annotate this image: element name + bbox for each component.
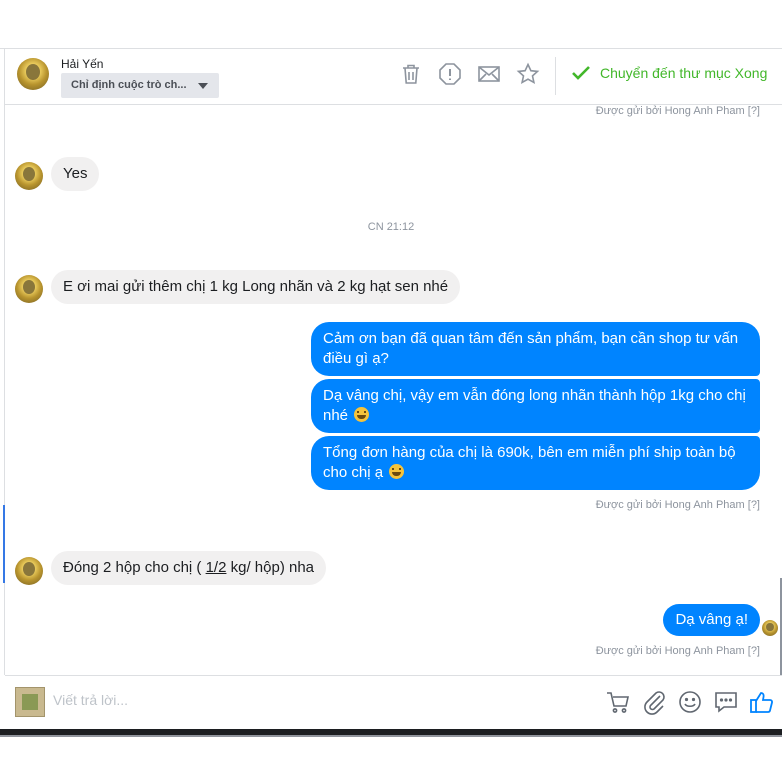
outgoing-message: Dạ vâng ạ! bbox=[663, 604, 760, 636]
done-label: Chuyển đến thư mục Xong bbox=[600, 65, 768, 81]
message-text: Tổng đơn hàng của chị là 690k, bên em mi… bbox=[323, 444, 736, 481]
smile-emoji-icon bbox=[354, 407, 370, 422]
cart-icon[interactable] bbox=[605, 689, 631, 715]
contact-avatar[interactable] bbox=[17, 58, 49, 90]
contact-avatar-small bbox=[15, 162, 43, 190]
outgoing-message: Tổng đơn hàng của chị là 690k, bên em mi… bbox=[311, 436, 760, 490]
reply-input[interactable]: Viết trả lời... bbox=[53, 692, 128, 708]
trash-icon[interactable] bbox=[399, 62, 423, 86]
attach-icon[interactable] bbox=[641, 689, 667, 715]
mail-icon[interactable] bbox=[477, 62, 501, 86]
contact-avatar-small bbox=[15, 557, 43, 585]
message-text: Dạ vâng chị, vậy em vẫn đóng long nhãn t… bbox=[323, 387, 746, 424]
outgoing-message: Dạ vâng chị, vậy em vẫn đóng long nhãn t… bbox=[311, 379, 760, 433]
sent-by-label: Được gửi bởi Hong Anh Pham [?] bbox=[595, 645, 760, 657]
sent-by-label: Được gửi bởi Hong Anh Pham [?] bbox=[595, 105, 760, 117]
outgoing-message: Cảm ơn bạn đã quan tâm đến sản phẩm, bạn… bbox=[311, 322, 760, 376]
star-icon[interactable] bbox=[516, 62, 540, 86]
incoming-message: Yes bbox=[51, 157, 100, 191]
smile-emoji-icon bbox=[389, 464, 405, 479]
incoming-message: E ơi mai gửi thêm chị 1 kg Long nhãn và … bbox=[51, 270, 461, 304]
quick-reply-icon[interactable] bbox=[713, 689, 739, 715]
conversation-header: Hải Yến Chỉ định cuộc trò ch... Chuyển đ… bbox=[5, 49, 782, 105]
sent-by-label: Được gửi bởi Hong Anh Pham [?] bbox=[595, 499, 760, 511]
window-bottom-edge bbox=[0, 735, 782, 737]
contact-avatar-small bbox=[15, 275, 43, 303]
incoming-message: Đóng 2 hộp cho chị ( 1/2 kg/ hộp) nha bbox=[51, 551, 327, 585]
fraction-text: 1/2 bbox=[205, 559, 227, 576]
seen-avatar bbox=[762, 620, 778, 636]
caret-down-icon bbox=[198, 83, 208, 89]
message-text: Đóng 2 hộp cho chị ( bbox=[63, 559, 206, 576]
page-avatar bbox=[15, 687, 45, 717]
message-text: Cảm ơn bạn đã quan tâm đến sản phẩm, bạn… bbox=[323, 330, 739, 367]
contact-name[interactable]: Hải Yến bbox=[61, 57, 103, 71]
emoji-icon[interactable] bbox=[677, 689, 703, 715]
move-to-done-button[interactable]: Chuyển đến thư mục Xong bbox=[571, 65, 767, 81]
check-icon bbox=[572, 66, 590, 80]
assign-conversation-dropdown[interactable]: Chỉ định cuộc trò ch... bbox=[61, 73, 219, 98]
like-icon[interactable] bbox=[749, 689, 775, 715]
left-accent-bar bbox=[3, 505, 5, 583]
alert-icon[interactable] bbox=[438, 62, 462, 86]
timestamp: CN 21:12 bbox=[367, 221, 415, 233]
reply-composer: Viết trả lời... bbox=[5, 675, 782, 730]
header-separator bbox=[555, 57, 556, 95]
message-text: kg/ hộp) nha bbox=[226, 559, 315, 576]
assign-label: Chỉ định cuộc trò ch... bbox=[71, 79, 187, 91]
